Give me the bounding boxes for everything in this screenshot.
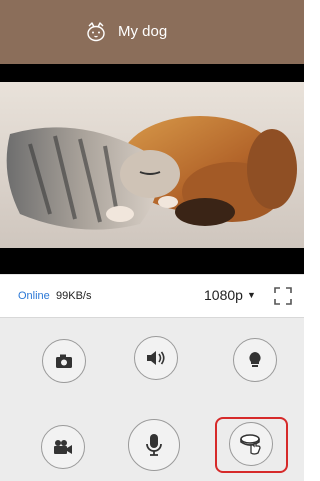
snapshot-button[interactable] (42, 339, 86, 383)
dog-face-icon (87, 22, 105, 42)
video-frame (0, 64, 304, 274)
talk-button[interactable] (128, 419, 180, 471)
camera-icon (56, 354, 72, 368)
record-video-button[interactable] (41, 425, 85, 469)
lightbulb-icon (249, 352, 261, 367)
app-header: My dog (0, 0, 304, 64)
video-camera-icon (54, 440, 72, 454)
light-button[interactable] (233, 338, 277, 382)
quality-selector[interactable]: 1080p ▼ (204, 287, 256, 303)
online-status: Online (18, 290, 50, 302)
page-title: My dog (118, 23, 168, 40)
bitrate-readout: 99KB/s (56, 290, 92, 302)
quality-label: 1080p (204, 287, 243, 303)
live-video-feed[interactable] (0, 64, 304, 274)
highlight-box (215, 417, 288, 473)
header-title-group: My dog (84, 20, 167, 44)
stream-status-bar: Online 99KB/s 1080p ▼ (0, 274, 304, 318)
audio-button[interactable] (134, 336, 178, 380)
speaker-icon (147, 351, 165, 365)
dropdown-caret-icon: ▼ (246, 290, 256, 300)
microphone-icon (146, 434, 162, 456)
fullscreen-icon[interactable] (273, 286, 293, 306)
